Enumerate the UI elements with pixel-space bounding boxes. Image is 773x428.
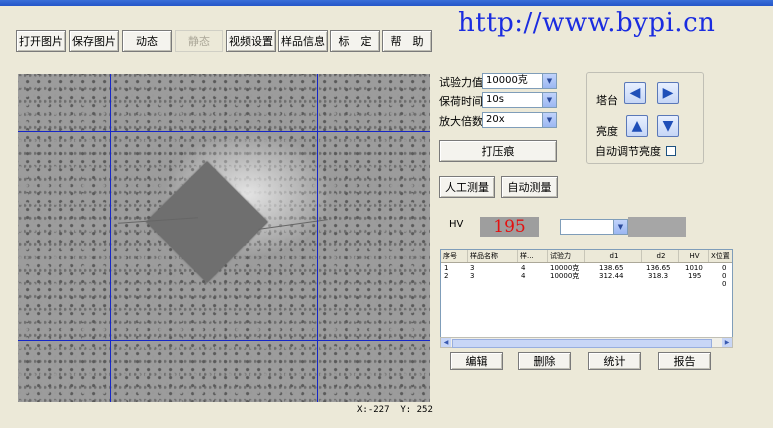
crosshair-vertical-right[interactable] [317,74,318,402]
cell: 0 [722,272,727,280]
cell: 312.44 [599,272,624,280]
hv-secondary-display [628,217,686,237]
edit-button[interactable]: 编辑 [450,352,503,370]
video-settings-button[interactable]: 视频设置 [226,30,276,52]
cell: 2 [444,272,449,280]
help-button[interactable]: 帮 助 [382,30,432,52]
make-indent-button[interactable]: 打压痕 [439,140,557,162]
column-header[interactable]: 样品名称 [468,250,518,262]
column-header[interactable]: 序号 [441,250,468,262]
save-image-button[interactable]: 保存图片 [69,30,119,52]
stage-label: 塔台 [596,94,618,107]
cell: 0 [722,264,727,272]
brightness-label: 亮度 [596,125,618,138]
column-header[interactable]: X位置 [709,250,732,262]
cell: 136.65 [646,264,671,272]
sample-info-button[interactable]: 样品信息 [278,30,328,52]
dynamic-button[interactable]: 动态 [122,30,172,52]
open-image-button[interactable]: 打开图片 [16,30,66,52]
cell: 318.3 [648,272,669,280]
watermark-url: http://www.bypi.cn [458,8,716,38]
crosshair-vertical-left[interactable] [110,74,111,402]
crosshair-horizontal-bottom[interactable] [18,340,430,341]
cell: 1 [444,264,449,272]
table-horizontal-scrollbar[interactable]: ◀ ▶ [440,337,733,348]
magnification-select[interactable]: 20x ▼ [482,112,557,128]
stage-left-button[interactable]: ◀ [624,82,646,104]
cell: 195 [688,272,702,280]
brightness-up-button[interactable]: ▲ [626,115,648,137]
table-header: 序号 样品名称 样... 试验力 d1 d2 HV X位置 [441,250,732,263]
cell: 10000克 [550,264,580,272]
manual-measure-button[interactable]: 人工测量 [439,176,495,198]
brightness-down-button[interactable]: ▼ [657,115,679,137]
cell: 0 [722,280,727,288]
hv-value-display: 195 [480,217,539,237]
results-table[interactable]: 序号 样品名称 样... 试验力 d1 d2 HV X位置 1 3 4 1000… [440,249,733,347]
chevron-down-icon: ▼ [542,74,556,88]
column-header[interactable]: HV [679,250,709,262]
crosshair-horizontal-top[interactable] [18,131,430,132]
cell: 138.65 [599,264,624,272]
column-header[interactable]: d1 [585,250,642,262]
arrow-down-icon: ▼ [662,118,674,134]
hv-label: HV [449,219,464,230]
cell: 10000克 [550,272,580,280]
cursor-coordinates: X:-227 Y: 252 [357,405,433,415]
hold-time-select[interactable]: 10s ▼ [482,92,557,108]
calibrate-button[interactable]: 标 定 [330,30,380,52]
column-header[interactable]: 试验力 [548,250,585,262]
chevron-down-icon: ▼ [542,93,556,107]
arrow-right-icon: ▶ [662,85,674,101]
cell: 1010 [685,264,703,272]
hv-scale-select[interactable]: ▼ [560,219,628,235]
chevron-down-icon: ▼ [542,113,556,127]
cell: 3 [470,272,475,280]
scroll-right-icon[interactable]: ▶ [722,338,732,347]
scroll-left-icon[interactable]: ◀ [441,338,451,347]
column-header[interactable]: 样... [518,250,548,262]
magnification-label: 放大倍数 [439,115,483,128]
arrow-up-icon: ▲ [631,118,643,134]
static-button[interactable]: 静态 [175,30,223,52]
chevron-down-icon: ▼ [613,220,627,234]
force-select[interactable]: 10000克 ▼ [482,73,557,89]
column-header[interactable]: d2 [642,250,679,262]
indentation-mark [146,161,268,283]
cell: 3 [470,264,475,272]
window-titlebar [0,0,773,6]
force-label: 试验力值 [439,76,483,89]
report-button[interactable]: 报告 [658,352,711,370]
scroll-thumb[interactable] [452,339,712,348]
stage-right-button[interactable]: ▶ [657,82,679,104]
arrow-left-icon: ◀ [629,85,641,101]
auto-measure-button[interactable]: 自动测量 [501,176,558,198]
hold-time-label: 保荷时间 [439,95,483,108]
auto-brightness-label: 自动调节亮度 [595,145,661,158]
delete-button[interactable]: 删除 [518,352,571,370]
microscope-image-viewer[interactable] [18,74,430,402]
statistics-button[interactable]: 统计 [588,352,641,370]
cell: 4 [521,272,526,280]
cell: 4 [521,264,526,272]
auto-brightness-checkbox[interactable] [666,146,676,156]
